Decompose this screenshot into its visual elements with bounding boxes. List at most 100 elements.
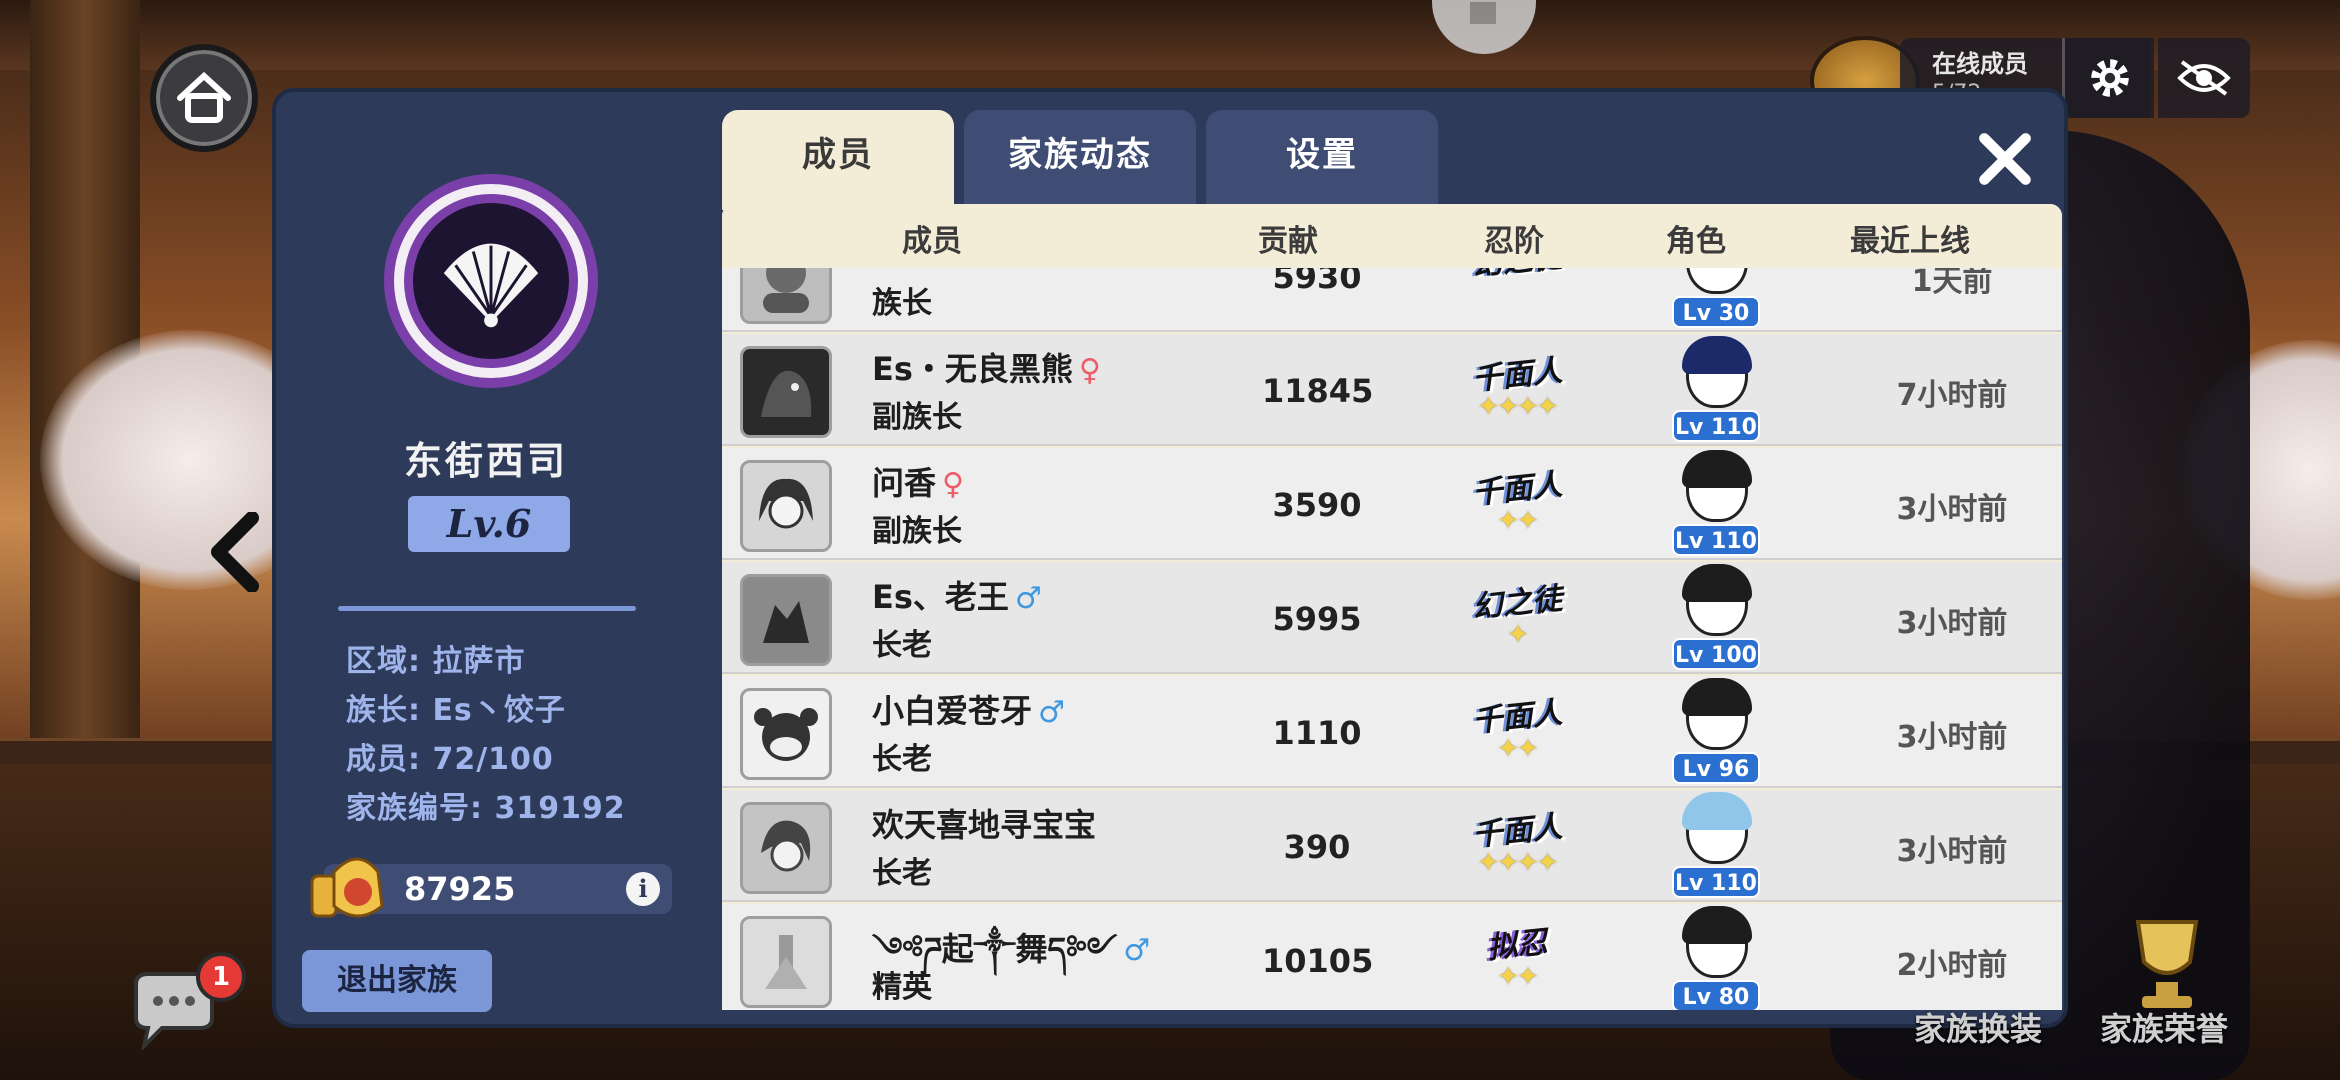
info-icon[interactable]: i xyxy=(626,872,660,906)
clan-leader: 族长: Es丶饺子 xyxy=(346,693,566,728)
member-character: Lv 110 xyxy=(1672,336,1762,442)
member-name: Es・无良黑熊 ♀ xyxy=(872,350,1101,388)
ninja-rank-label: 幻之徒 xyxy=(1470,268,1564,285)
member-contribution: 3590 xyxy=(1272,486,1362,524)
members-table: 成员 贡献 忍阶 角色 最近上线 族长 5930 幻之徒 Lv 30 xyxy=(722,204,2062,1010)
table-row[interactable]: Es・无良黑熊 ♀ 副族长 11845 千面人 ✦✦✦✦ Lv 110 7小时前 xyxy=(722,334,2062,446)
member-ninja-rank-badge: 千面人 ✦✦ xyxy=(1452,464,1582,548)
money-bag-icon xyxy=(310,857,384,918)
clan-members: 成员: 72/100 xyxy=(346,742,554,777)
member-avatar xyxy=(740,574,832,666)
member-name: 问香 ♀ xyxy=(872,464,964,502)
member-character: Lv 96 xyxy=(1672,678,1762,784)
character-level: Lv 110 xyxy=(1672,410,1760,442)
member-ninja-rank-badge: 千面人 ✦✦✦✦ xyxy=(1452,806,1582,890)
member-last-online: 2小时前 xyxy=(1896,948,2008,983)
ninja-rank-label: 拟忍 xyxy=(1485,924,1550,967)
member-name: 小白爱苍牙 ♂ xyxy=(872,692,1065,730)
header-ninja-rank: 忍阶 xyxy=(1484,224,1544,259)
clan-id: 家族编号: 319192 xyxy=(346,791,626,826)
clan-info-column: 东街西司 Lv.6 区域: 拉萨市 族长: Es丶饺子 成员: 72/100 家… xyxy=(276,92,696,1024)
member-rank: 族长 xyxy=(872,286,932,321)
member-last-online: 3小时前 xyxy=(1896,492,2008,527)
table-row[interactable]: 欢天喜地寻宝宝 长老 390 千面人 ✦✦✦✦ Lv 110 3小时前 xyxy=(722,790,2062,902)
clan-emblem xyxy=(394,184,588,378)
clan-name: 东街西司 xyxy=(403,439,568,483)
member-portrait-icon xyxy=(763,601,809,643)
member-rank: 副族长 xyxy=(872,514,962,549)
header-character: 角色 xyxy=(1666,224,1726,259)
character-level: Lv 30 xyxy=(1672,296,1760,328)
table-row[interactable]: 族长 5930 幻之徒 Lv 30 1天前 xyxy=(722,268,2062,332)
member-rank: 长老 xyxy=(872,856,932,891)
member-contribution: 5995 xyxy=(1272,600,1362,638)
member-avatar xyxy=(740,268,832,324)
ninja-rank-label: 千面人 xyxy=(1470,467,1564,512)
trophy-icon[interactable] xyxy=(2108,912,2226,1012)
settings-button[interactable] xyxy=(2062,38,2154,118)
female-icon: ♀ xyxy=(942,467,964,502)
member-ninja-rank-badge: 幻之徒 ✦ xyxy=(1452,578,1582,662)
table-row[interactable]: 问香 ♀ 副族长 3590 千面人 ✦✦ Lv 110 3小时前 xyxy=(722,448,2062,560)
clan-level-badge: Lv.6 xyxy=(408,496,570,552)
gear-icon xyxy=(2090,59,2129,97)
clan-funds-value: 87925 xyxy=(404,870,516,908)
member-last-online: 1天前 xyxy=(1911,268,1993,299)
members-list[interactable]: 族长 5930 幻之徒 Lv 30 1天前 Es・无良黑熊♀ 副族长 11845 xyxy=(722,268,2062,1010)
character-level: Lv 96 xyxy=(1672,752,1760,784)
member-contribution: 1110 xyxy=(1272,714,1362,752)
member-avatar xyxy=(740,802,832,894)
close-button[interactable] xyxy=(1968,122,2042,196)
character-level: Lv 80 xyxy=(1672,980,1760,1010)
male-icon: ♂ xyxy=(1123,933,1151,968)
clan-honor-button[interactable]: 家族荣誉 xyxy=(2100,1004,2228,1050)
clan-outfit-button[interactable]: 家族换装 xyxy=(1914,1004,2042,1050)
puzzle-icon xyxy=(1470,2,1496,24)
quit-clan-button[interactable]: 退出家族 xyxy=(302,950,492,1012)
member-name: Es、老王 ♂ xyxy=(872,578,1042,616)
member-portrait-icon xyxy=(759,478,813,529)
member-rank: 精英 xyxy=(872,970,932,1005)
member-avatar xyxy=(740,460,832,552)
chat-notification-badge: 1 xyxy=(196,952,246,1002)
home-button[interactable] xyxy=(150,44,258,152)
member-character: Lv 80 xyxy=(1672,906,1762,1010)
member-portrait-icon xyxy=(763,268,809,313)
member-rank: 副族长 xyxy=(872,400,962,435)
member-character: Lv 110 xyxy=(1672,792,1762,898)
table-row[interactable]: Es、老王 ♂ 长老 5995 幻之徒 ✦ Lv 100 3小时前 xyxy=(722,562,2062,674)
table-header: 成员 贡献 忍阶 角色 最近上线 xyxy=(722,204,2062,268)
ninja-rank-label: 幻之徒 xyxy=(1470,581,1564,626)
member-contribution: 390 xyxy=(1283,828,1351,866)
header-last-online: 最近上线 xyxy=(1850,224,1970,259)
member-contribution: 11845 xyxy=(1262,372,1374,410)
ninja-rank-label: 千面人 xyxy=(1470,353,1564,398)
previous-arrow-icon[interactable] xyxy=(206,512,266,592)
ninja-rank-label: 千面人 xyxy=(1470,809,1564,854)
member-ninja-rank-badge: 千面人 ✦✦✦✦ xyxy=(1452,350,1582,434)
member-avatar xyxy=(740,346,832,438)
member-last-online: 3小时前 xyxy=(1896,720,2008,755)
tab-members[interactable]: 成员 xyxy=(722,110,954,210)
header-member: 成员 xyxy=(902,224,962,259)
member-portrait-icon xyxy=(765,935,807,989)
ninja-rank-stars: ✦✦ xyxy=(1497,734,1539,764)
character-level: Lv 110 xyxy=(1672,524,1760,556)
ninja-rank-label: 千面人 xyxy=(1470,695,1564,740)
member-contribution: 5930 xyxy=(1272,268,1362,296)
member-ninja-rank-badge: 幻之徒 xyxy=(1452,268,1582,320)
tab-clan-activity[interactable]: 家族动态 xyxy=(964,110,1196,210)
fan-icon xyxy=(443,243,539,328)
character-level: Lv 110 xyxy=(1672,866,1760,898)
male-icon: ♂ xyxy=(1014,581,1042,616)
member-ninja-rank-badge: 千面人 ✦✦ xyxy=(1452,692,1582,776)
member-last-online: 7小时前 xyxy=(1896,378,2008,413)
home-icon xyxy=(177,71,231,123)
table-row[interactable]: ༺ཌ起༒舞ད༻ ♂ 精英 10105 拟忍 ✦✦ Lv 80 2小时前 xyxy=(722,904,2062,1010)
view-button[interactable] xyxy=(2158,38,2250,118)
table-row[interactable]: 小白爱苍牙 ♂ 长老 1110 千面人 ✦✦ Lv 96 3小时前 xyxy=(722,676,2062,788)
character-level: Lv 100 xyxy=(1672,638,1760,670)
close-icon xyxy=(1979,133,2031,185)
tab-settings[interactable]: 设置 xyxy=(1206,110,1438,210)
member-avatar xyxy=(740,688,832,780)
